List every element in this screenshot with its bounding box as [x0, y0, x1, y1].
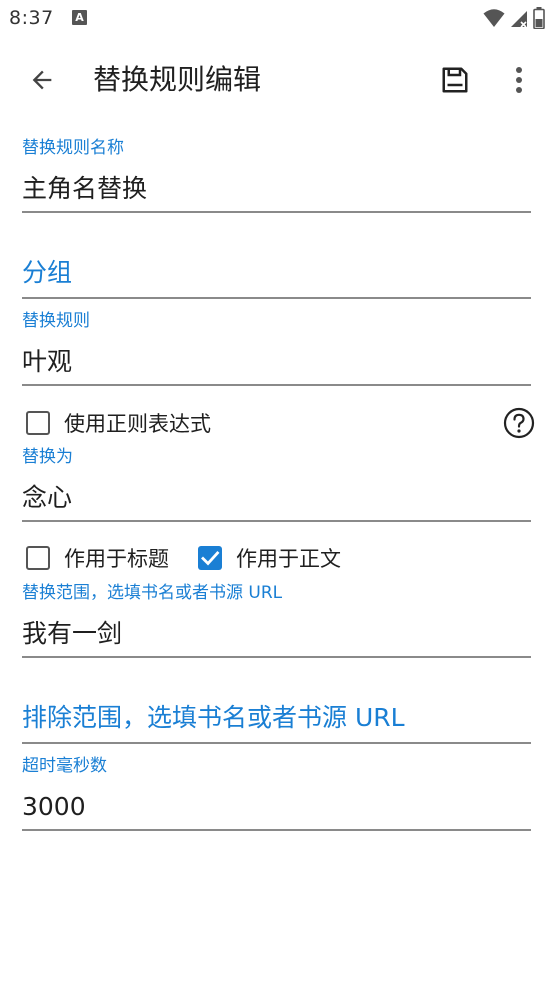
help-circle-icon: [503, 407, 535, 439]
replacement-underline: [22, 520, 531, 522]
signal-icon: [511, 11, 527, 28]
use-regex-label: 使用正则表达式: [64, 412, 211, 436]
notification-a-icon: A: [72, 10, 87, 25]
apply-title-row[interactable]: 作用于标题: [22, 540, 169, 576]
timeout-label: 超时毫秒数: [22, 756, 107, 776]
timeout-underline: [22, 829, 531, 831]
pattern-underline: [22, 384, 531, 386]
more-vert-icon: [516, 67, 522, 93]
battery-icon: [533, 7, 545, 29]
app-bar: 替换规则编辑: [0, 38, 553, 122]
group-field[interactable]: 分组: [22, 255, 531, 303]
page-title: 替换规则编辑: [93, 63, 262, 96]
check-icon: [201, 551, 220, 566]
apply-content-label: 作用于正文: [236, 547, 341, 571]
apply-content-row[interactable]: 作用于正文: [194, 540, 341, 576]
exclude-scope-underline: [22, 742, 531, 744]
apply-title-label: 作用于标题: [64, 547, 169, 571]
wifi-icon: [483, 9, 505, 27]
replacement-input[interactable]: 念心: [22, 482, 72, 514]
exclude-scope-input[interactable]: 排除范围，选填书名或者书源 URL: [22, 702, 405, 734]
status-indicators: [483, 7, 545, 29]
scope-label: 替换范围，选填书名或者书源 URL: [22, 583, 283, 603]
rule-name-underline: [22, 211, 531, 213]
regex-help-button[interactable]: [502, 406, 536, 440]
save-icon: [442, 67, 468, 93]
use-regex-row[interactable]: 使用正则表达式: [22, 405, 211, 441]
replacement-label: 替换为: [22, 447, 73, 467]
replacement-field[interactable]: 替换为 念心: [22, 446, 531, 524]
save-button[interactable]: [436, 62, 474, 98]
pattern-field[interactable]: 替换规则 叶观: [22, 310, 531, 388]
timeout-field[interactable]: 超时毫秒数 3000: [22, 755, 531, 833]
scope-underline: [22, 656, 531, 658]
arrow-back-icon: [32, 70, 52, 90]
group-input[interactable]: 分组: [22, 257, 72, 289]
more-options-button[interactable]: [502, 62, 536, 98]
scope-input[interactable]: 我有一剑: [22, 618, 122, 650]
use-regex-checkbox[interactable]: [26, 411, 50, 435]
pattern-label: 替换规则: [22, 311, 90, 331]
pattern-input[interactable]: 叶观: [22, 346, 72, 378]
rule-name-input[interactable]: 主角名替换: [22, 173, 147, 205]
status-time: 8:37: [9, 7, 54, 29]
back-button[interactable]: [24, 62, 60, 98]
group-underline: [22, 297, 531, 299]
rule-name-label: 替换规则名称: [22, 138, 124, 158]
exclude-scope-field[interactable]: 排除范围，选填书名或者书源 URL: [22, 700, 531, 748]
apply-content-checkbox[interactable]: [198, 546, 222, 570]
timeout-input[interactable]: 3000: [22, 791, 86, 823]
status-bar: 8:37 A: [0, 0, 553, 38]
rule-name-field[interactable]: 替换规则名称 主角名替换: [22, 137, 531, 215]
scope-field[interactable]: 替换范围，选填书名或者书源 URL 我有一剑: [22, 582, 531, 660]
apply-title-checkbox[interactable]: [26, 546, 50, 570]
